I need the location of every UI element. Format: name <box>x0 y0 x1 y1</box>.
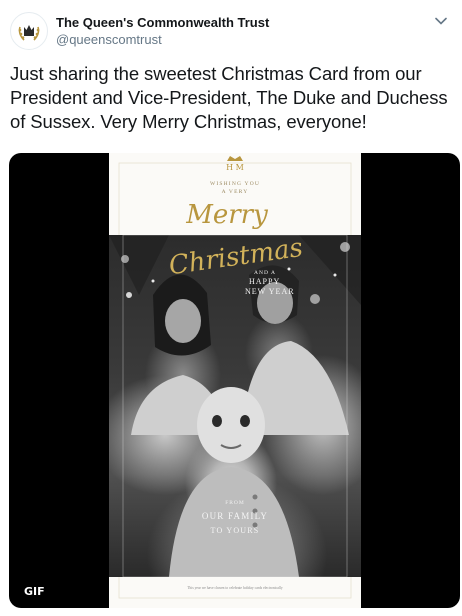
card-new-year-text: NEW YEAR <box>245 287 295 296</box>
crown-laurel-logo-icon <box>18 25 40 41</box>
chevron-down-icon <box>435 17 447 25</box>
tweet-header: The Queen's Commonwealth Trust @queensco… <box>10 12 454 52</box>
gif-badge: GIF <box>19 583 50 601</box>
account-names: The Queen's Commonwealth Trust @queensco… <box>56 14 269 48</box>
tweet-menu-button[interactable] <box>432 12 450 30</box>
christmas-card: H M WISHING YOU A VERY Merry Christmas A… <box>109 153 361 608</box>
display-name[interactable]: The Queen's Commonwealth Trust <box>56 14 269 31</box>
avatar[interactable] <box>10 12 48 50</box>
tweet-media-gif[interactable]: H M WISHING YOU A VERY Merry Christmas A… <box>9 153 460 608</box>
card-to-yours-text: TO YOURS <box>211 526 260 535</box>
card-happy-text: HAPPY <box>249 277 280 286</box>
tweet-text: Just sharing the sweetest Christmas Card… <box>10 63 448 132</box>
card-script-christmas: Christmas <box>167 233 305 281</box>
card-footer-note: This year we have chosen to celebrate ho… <box>187 586 282 590</box>
account-handle[interactable]: @queenscomtrust <box>56 31 269 48</box>
card-our-family-text: OUR FAMILY <box>202 511 268 521</box>
card-from-text: FROM <box>225 500 245 506</box>
card-overlay-text: Christmas AND A HAPPY NEW YEAR FROM OUR … <box>167 233 305 590</box>
tweet: The Queen's Commonwealth Trust @queensco… <box>0 0 462 616</box>
card-and-text: AND A <box>254 270 276 276</box>
